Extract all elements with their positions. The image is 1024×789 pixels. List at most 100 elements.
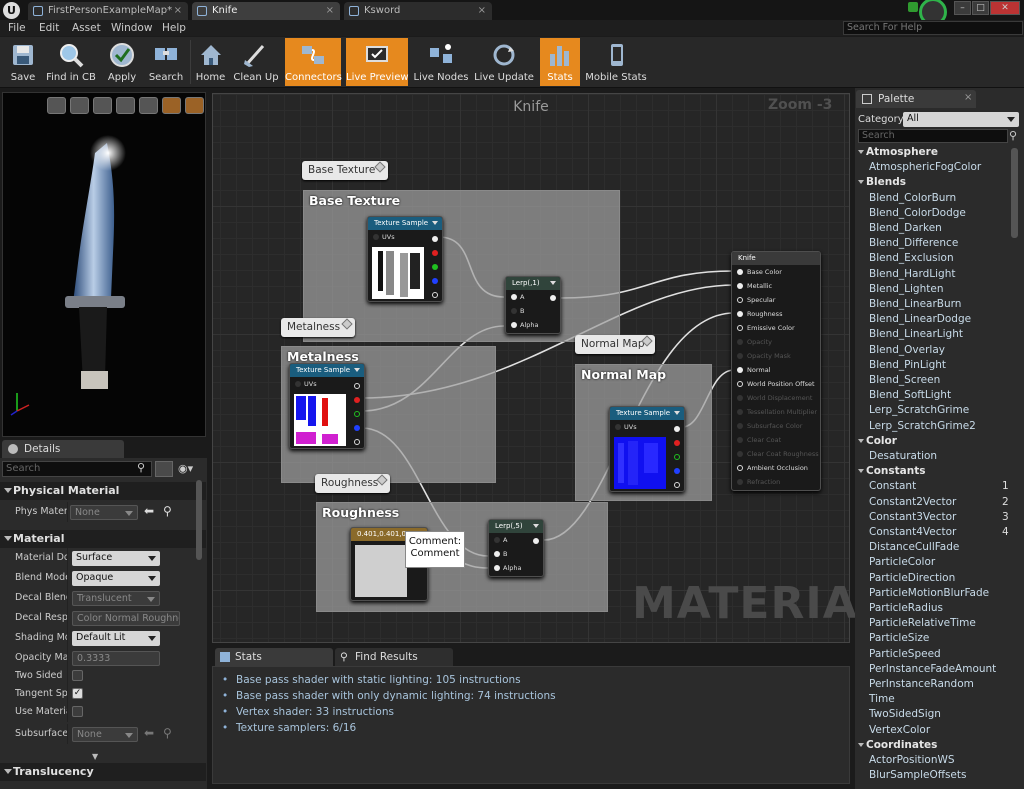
- input-pin-b[interactable]: B: [506, 304, 560, 318]
- palette-item[interactable]: DistanceCullFade: [869, 541, 959, 553]
- result-pin-roughness[interactable]: Roughness: [732, 307, 820, 321]
- texture-sample-node-normal[interactable]: Texture Sample UVs: [609, 406, 685, 492]
- result-pin-world-position-offset[interactable]: World Position Offset: [732, 377, 820, 391]
- palette-item[interactable]: PerInstanceRandom: [869, 678, 974, 690]
- tab-find-results[interactable]: ⚲ Find Results: [335, 648, 453, 666]
- pin-icon[interactable]: [341, 318, 353, 330]
- palette-item[interactable]: Constant: [869, 480, 916, 492]
- result-pin-ambient-occlusion[interactable]: Ambient Occlusion: [732, 461, 820, 475]
- input-pin-alpha[interactable]: Alpha: [506, 318, 560, 332]
- palette-category[interactable]: Color: [858, 435, 897, 447]
- palette-item[interactable]: ParticleRelativeTime: [869, 617, 976, 629]
- collapse-icon[interactable]: [533, 524, 539, 528]
- palette-item[interactable]: Blend_Overlay: [869, 344, 945, 356]
- palette-item[interactable]: Blend_Lighten: [869, 283, 943, 295]
- output-pin-a[interactable]: [354, 439, 360, 445]
- palette-item[interactable]: ParticleSize: [869, 632, 929, 644]
- palette-item[interactable]: Blend_PinLight: [869, 359, 946, 371]
- input-pin-uvs[interactable]: UVs: [368, 230, 442, 244]
- collapse-icon[interactable]: [674, 411, 680, 415]
- palette-item[interactable]: Blend_LinearLight: [869, 328, 963, 340]
- output-pin-a[interactable]: [674, 482, 680, 488]
- palette-item[interactable]: Blend_Screen: [869, 374, 940, 386]
- output-pin-r[interactable]: [354, 397, 360, 403]
- palette-item[interactable]: Desaturation: [869, 450, 937, 462]
- palette-item[interactable]: ActorPositionWS: [869, 754, 955, 766]
- palette-category[interactable]: Constants: [858, 465, 926, 477]
- collapse-icon[interactable]: [354, 368, 360, 372]
- output-pin-r[interactable]: [432, 250, 438, 256]
- palette-item[interactable]: ParticleSpeed: [869, 648, 941, 660]
- lerp-node-base[interactable]: Lerp(,1) A B Alpha: [505, 276, 561, 334]
- output-pin-g[interactable]: [674, 454, 680, 460]
- palette-item[interactable]: Constant4Vector: [869, 526, 956, 538]
- output-pin-g[interactable]: [432, 264, 438, 270]
- comment-bubble-normal-map[interactable]: Normal Map: [575, 335, 655, 354]
- palette-item[interactable]: Blend_HardLight: [869, 268, 955, 280]
- input-pin-uvs[interactable]: UVs: [290, 377, 364, 391]
- palette-item[interactable]: Blend_LinearBurn: [869, 298, 961, 310]
- input-pin-b[interactable]: B: [489, 547, 543, 561]
- texture-sample-node-base[interactable]: Texture Sample UVs: [367, 216, 443, 302]
- collapse-icon[interactable]: [432, 221, 438, 225]
- palette-item[interactable]: ParticleRadius: [869, 602, 943, 614]
- output-pin-g[interactable]: [354, 411, 360, 417]
- palette-item[interactable]: Lerp_ScratchGrime: [869, 404, 969, 416]
- palette-item[interactable]: Blend_LinearDodge: [869, 313, 971, 325]
- palette-scrollbar[interactable]: [1011, 148, 1018, 238]
- palette-item[interactable]: Constant2Vector: [869, 496, 956, 508]
- palette-item[interactable]: Blend_ColorBurn: [869, 192, 956, 204]
- close-icon[interactable]: ×: [964, 92, 972, 103]
- palette-item[interactable]: Blend_SoftLight: [869, 389, 951, 401]
- texture-sample-node-metalness[interactable]: Texture Sample UVs: [289, 363, 365, 449]
- palette-item[interactable]: ParticleMotionBlurFade: [869, 587, 989, 599]
- output-pin[interactable]: [550, 295, 556, 301]
- palette-search-input[interactable]: Search: [858, 129, 1008, 143]
- palette-category[interactable]: Coordinates: [858, 739, 937, 751]
- result-pin-emissive-color[interactable]: Emissive Color: [732, 321, 820, 335]
- palette-item[interactable]: Time: [869, 693, 895, 705]
- comment-bubble-base-texture[interactable]: Base Texture: [302, 161, 388, 180]
- tab-stats[interactable]: Stats: [215, 648, 333, 666]
- palette-item[interactable]: Blend_Exclusion: [869, 252, 954, 264]
- palette-item[interactable]: BlurSampleOffsets: [869, 769, 966, 781]
- palette-item[interactable]: PerInstanceFadeAmount: [869, 663, 996, 675]
- palette-item[interactable]: Blend_Difference: [869, 237, 958, 249]
- output-pin-rgb[interactable]: [354, 383, 360, 389]
- category-combo[interactable]: All: [903, 112, 1019, 127]
- comment-header: Base Texture: [309, 193, 401, 208]
- material-result-node[interactable]: Knife Base Color Metallic Specular Rough…: [731, 251, 821, 491]
- result-pin-metallic[interactable]: Metallic: [732, 279, 820, 293]
- collapse-icon[interactable]: [550, 281, 556, 285]
- result-pin-specular[interactable]: Specular: [732, 293, 820, 307]
- palette-item[interactable]: Lerp_ScratchGrime2: [869, 420, 976, 432]
- palette-item[interactable]: ParticleDirection: [869, 572, 955, 584]
- result-pin-base-color[interactable]: Base Color: [732, 265, 820, 279]
- palette-item[interactable]: TwoSidedSign: [869, 708, 941, 720]
- output-pin-a[interactable]: [432, 292, 438, 298]
- result-pin-normal[interactable]: Normal: [732, 363, 820, 377]
- output-pin-r[interactable]: [674, 440, 680, 446]
- comment-bubble-metalness[interactable]: Metalness: [281, 318, 355, 337]
- palette-category[interactable]: Atmosphere: [858, 146, 938, 158]
- comment-bubble-roughness[interactable]: Roughness: [315, 474, 390, 493]
- input-pin-uvs[interactable]: UVs: [610, 420, 684, 434]
- pin-icon[interactable]: [374, 161, 386, 173]
- palette-item[interactable]: Constant3Vector: [869, 511, 956, 523]
- palette-item[interactable]: ParticleColor: [869, 556, 935, 568]
- output-pin-b[interactable]: [432, 278, 438, 284]
- palette-item[interactable]: Blend_Darken: [869, 222, 942, 234]
- pin-icon: [737, 297, 743, 303]
- output-pin-rgb[interactable]: [674, 426, 680, 432]
- palette-tab[interactable]: Palette: [856, 90, 976, 108]
- output-pin-b[interactable]: [354, 425, 360, 431]
- input-pin-alpha[interactable]: Alpha: [489, 561, 543, 575]
- lerp-node-roughness[interactable]: Lerp(,5) A B Alpha: [488, 519, 544, 577]
- palette-item[interactable]: VertexColor: [869, 724, 930, 736]
- output-pin-rgb[interactable]: [432, 236, 438, 242]
- output-pin-b[interactable]: [674, 468, 680, 474]
- palette-category[interactable]: Blends: [858, 176, 906, 188]
- palette-item[interactable]: AtmosphericFogColor: [869, 161, 981, 173]
- palette-item[interactable]: Blend_ColorDodge: [869, 207, 966, 219]
- output-pin[interactable]: [533, 538, 539, 544]
